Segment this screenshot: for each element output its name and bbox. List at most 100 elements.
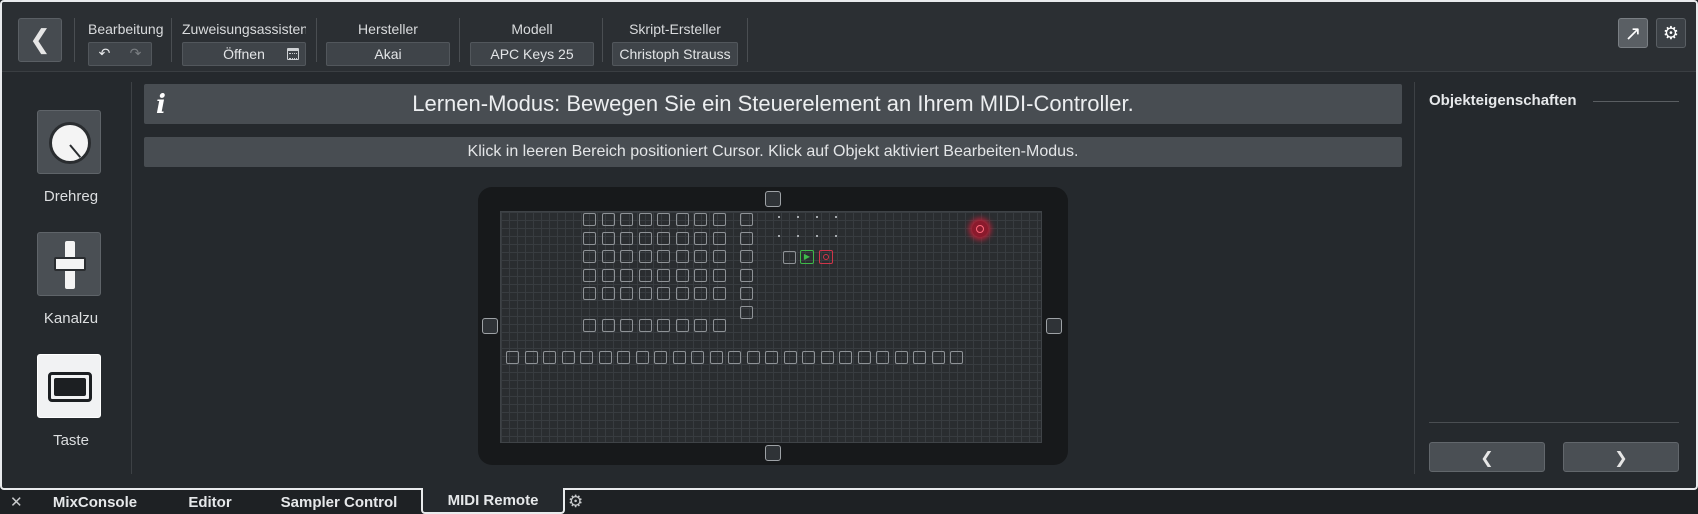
pad[interactable] (583, 213, 596, 226)
pad[interactable] (694, 231, 707, 245)
pad[interactable] (657, 231, 670, 245)
pad[interactable] (601, 319, 615, 333)
record-button[interactable] (819, 250, 833, 264)
pad[interactable] (620, 319, 633, 333)
pad[interactable] (657, 319, 670, 333)
resize-handle-left[interactable] (482, 318, 498, 334)
pad[interactable] (638, 213, 652, 226)
pad[interactable] (583, 250, 596, 263)
pad[interactable] (620, 268, 633, 282)
pad[interactable] (601, 213, 615, 226)
key-button[interactable] (876, 351, 889, 364)
key-button[interactable] (802, 351, 815, 364)
scene-button[interactable] (740, 305, 753, 319)
controller-surface[interactable]: ▶ (478, 187, 1068, 465)
pad[interactable] (583, 268, 596, 282)
key-button[interactable] (931, 351, 945, 364)
pad[interactable] (657, 268, 670, 282)
scene-button[interactable] (740, 213, 753, 226)
key-button[interactable] (765, 351, 778, 364)
pad[interactable] (712, 213, 726, 226)
tab-sampler-control[interactable]: Sampler Control (266, 490, 412, 514)
tab-mixconsole[interactable]: MixConsole (40, 490, 150, 514)
pad[interactable] (583, 231, 596, 245)
key-button[interactable] (857, 351, 871, 364)
close-icon[interactable]: ✕ (10, 493, 23, 511)
redo-icon[interactable]: ↷ (120, 43, 151, 65)
key-button[interactable] (709, 351, 723, 364)
key-button[interactable] (635, 351, 649, 364)
resize-handle-bottom[interactable] (765, 445, 781, 461)
fader-button[interactable] (37, 232, 101, 296)
key-button[interactable] (950, 351, 963, 364)
key-button[interactable] (524, 351, 538, 364)
key-button[interactable] (746, 351, 760, 364)
pad[interactable] (601, 287, 615, 300)
key-button[interactable] (598, 351, 612, 364)
gear-icon[interactable]: ⚙ (568, 492, 583, 512)
key-button[interactable] (894, 351, 908, 364)
pad[interactable] (638, 287, 652, 300)
resize-handle-right[interactable] (1046, 318, 1062, 334)
transport-button[interactable] (783, 251, 796, 264)
pad[interactable] (638, 268, 652, 282)
pad[interactable] (694, 287, 707, 300)
tab-editor[interactable]: Editor (168, 490, 252, 514)
scene-button[interactable] (740, 231, 753, 245)
undo-icon[interactable]: ↶ (89, 43, 120, 65)
scene-button[interactable] (740, 250, 753, 263)
pad[interactable] (675, 287, 689, 300)
pad[interactable] (620, 213, 633, 226)
pad[interactable] (712, 319, 726, 333)
back-button[interactable]: ❮ (18, 18, 62, 62)
assistant-open-button[interactable]: Öffnen (182, 42, 306, 66)
palette-item-fader[interactable]: Kanalzu (36, 232, 102, 327)
key-button[interactable] (654, 351, 667, 364)
pad[interactable] (620, 250, 633, 263)
button-button[interactable] (37, 354, 101, 418)
pad[interactable] (712, 268, 726, 282)
pad[interactable] (657, 213, 670, 226)
pad[interactable] (694, 268, 707, 282)
settings-button[interactable]: ⚙ (1656, 18, 1686, 48)
pad[interactable] (620, 287, 633, 300)
key-button[interactable] (617, 351, 630, 364)
pad[interactable] (675, 250, 689, 263)
key-button[interactable] (839, 351, 852, 364)
pad[interactable] (675, 319, 689, 333)
surface-grid[interactable] (500, 211, 1042, 443)
tab-midi-remote[interactable]: MIDI Remote (421, 488, 565, 514)
key-button[interactable] (728, 351, 741, 364)
scene-button[interactable] (740, 268, 753, 282)
open-window-button[interactable]: ↗ (1618, 18, 1648, 48)
key-button[interactable] (543, 351, 556, 364)
key-button[interactable] (672, 351, 686, 364)
pad[interactable] (712, 287, 726, 300)
palette-item-knob[interactable]: Drehreg (36, 110, 102, 205)
pad[interactable] (712, 250, 726, 263)
pad[interactable] (712, 231, 726, 245)
pad[interactable] (638, 250, 652, 263)
pad[interactable] (620, 231, 633, 245)
pad[interactable] (675, 268, 689, 282)
palette-item-button[interactable]: Taste (36, 354, 102, 449)
pad[interactable] (694, 319, 707, 333)
next-button[interactable]: ❯ (1563, 442, 1679, 472)
pad[interactable] (601, 268, 615, 282)
key-button[interactable] (783, 351, 797, 364)
pad[interactable] (583, 287, 596, 300)
scene-button[interactable] (740, 287, 753, 300)
previous-button[interactable]: ❮ (1429, 442, 1545, 472)
pad[interactable] (601, 250, 615, 263)
key-button[interactable] (506, 351, 519, 364)
pad[interactable] (638, 319, 652, 333)
pad[interactable] (638, 231, 652, 245)
resize-handle-top[interactable] (765, 191, 781, 207)
play-button[interactable]: ▶ (800, 250, 814, 264)
key-button[interactable] (691, 351, 704, 364)
pad[interactable] (675, 231, 689, 245)
pad[interactable] (694, 250, 707, 263)
selected-knob[interactable] (972, 221, 988, 237)
key-button[interactable] (913, 351, 926, 364)
pad[interactable] (694, 213, 707, 226)
